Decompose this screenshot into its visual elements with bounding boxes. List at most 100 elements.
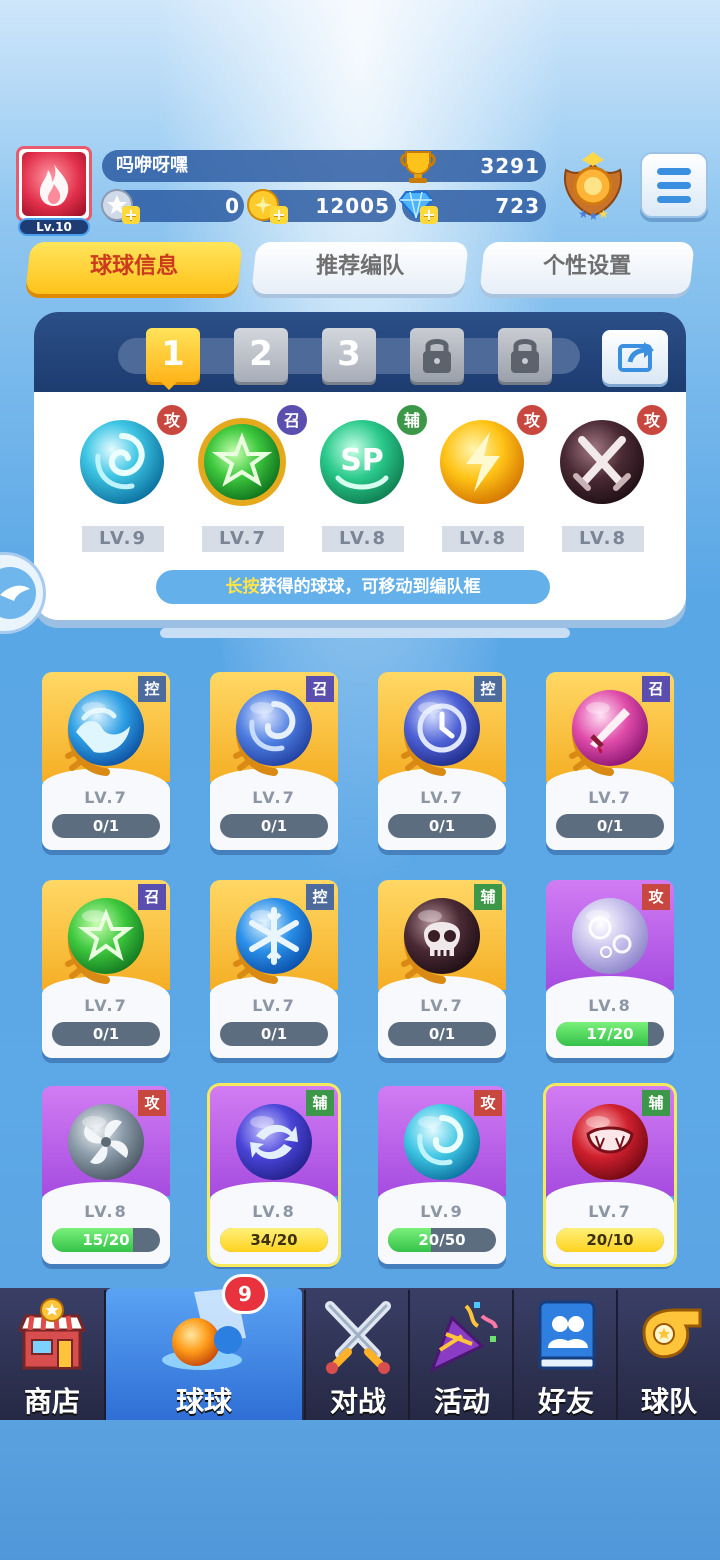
nav-shop[interactable]: 商店 (0, 1288, 104, 1420)
dagger-ball-icon (569, 690, 648, 776)
ball-type-badge: 辅 (642, 1090, 670, 1116)
nav-balls-label: 球球 (175, 1385, 232, 1418)
nav-battle[interactable]: 对战 (306, 1288, 410, 1420)
ball-progress-text: 0/1 (596, 817, 624, 835)
fan-ball-icon (68, 1104, 144, 1180)
ball-progress-bar: 20/10 (556, 1228, 664, 1252)
ball-card[interactable]: 攻 LV.8 17/20 (546, 880, 674, 1058)
ball-card[interactable]: 攻 LV.8 15/20 (42, 1086, 170, 1264)
ball-level: LV.8 (588, 996, 632, 1015)
ball-card[interactable]: 控 LV.7 0/1 (42, 672, 170, 850)
team-slot-5-locked[interactable] (498, 328, 552, 382)
ball-card[interactable]: 控 LV.7 0/1 (210, 880, 338, 1058)
friends-book-icon (538, 1300, 596, 1370)
ball-progress-text: 0/1 (428, 1025, 456, 1043)
team-slot-1[interactable]: 1 (146, 328, 200, 382)
team-ball-3-type: 辅 (404, 411, 420, 430)
team-ball-4-type: 攻 (524, 411, 541, 430)
hamburger-line-icon (657, 182, 691, 189)
nav-events[interactable]: 活动 (410, 1288, 514, 1420)
ball-level: LV.7 (84, 996, 128, 1015)
side-shark-button[interactable] (0, 552, 46, 634)
ball-card[interactable]: 辅 LV.7 20/10 (546, 1086, 674, 1264)
attack-type-badge: 攻 (155, 403, 189, 437)
ball-level: LV.7 (588, 1202, 632, 1221)
tab-recommended-team[interactable]: 推荐编队 (251, 242, 469, 294)
shark-icon (0, 567, 36, 619)
ball-progress-bar: 0/1 (220, 814, 328, 838)
ball-progress-bar: 0/1 (388, 814, 496, 838)
nav-team[interactable]: 球队 (618, 1288, 720, 1420)
gold-count: 12005 (315, 194, 390, 218)
ball-level: LV.8 (252, 1202, 296, 1221)
bottom-background (0, 1420, 720, 1560)
panel-drop-shadow (160, 628, 570, 638)
add-gem-button[interactable]: + (420, 206, 438, 224)
player-avatar[interactable] (16, 146, 92, 222)
gem-count: 723 (495, 194, 540, 218)
rank-badge-icon[interactable]: ★ ★ ★ (560, 150, 626, 222)
ball-progress-bar: 0/1 (52, 814, 160, 838)
tab-personal-settings[interactable]: 个性设置 (479, 242, 695, 294)
nav-shop-label: 商店 (23, 1385, 80, 1418)
ball-type-badge: 攻 (642, 884, 670, 910)
ball-level: LV.8 (84, 1202, 128, 1221)
ball-card[interactable]: 辅 LV.7 0/1 (378, 880, 506, 1058)
player-name: 吗咿呀嘿 (116, 155, 188, 176)
team-slot-2[interactable]: 2 (234, 328, 288, 382)
whistle-icon (642, 1308, 702, 1359)
ball-card[interactable]: 召 LV.7 0/1 (42, 880, 170, 1058)
ball-progress-bar: 0/1 (556, 814, 664, 838)
lock-icon (423, 339, 451, 373)
svg-text:SP: SP (340, 443, 384, 478)
nav-friends[interactable]: 好友 (514, 1288, 618, 1420)
ball-type-badge: 召 (306, 676, 334, 702)
attack-type-badge: 攻 (635, 403, 669, 437)
skull-ball-icon (401, 898, 480, 984)
ball-progress-bar: 17/20 (556, 1022, 664, 1046)
player-level-badge: Lv.10 (18, 218, 90, 236)
add-silver-button[interactable]: + (122, 206, 140, 224)
ball-progress-text: 34/20 (250, 1231, 298, 1249)
ball-type-badge: 攻 (474, 1090, 502, 1116)
ball-level: LV.7 (252, 788, 296, 807)
swirl-ball-icon (233, 690, 312, 776)
main-menu-button[interactable] (640, 152, 708, 218)
ball-progress-bar: 34/20 (220, 1228, 328, 1252)
ball-progress-text: 0/1 (92, 1025, 120, 1043)
team-slot-4-locked[interactable] (410, 328, 464, 382)
nav-team-label: 球队 (640, 1385, 697, 1418)
share-team-button[interactable] (602, 330, 668, 384)
fang-ball-icon (572, 1104, 648, 1180)
ball-type-badge: 辅 (474, 884, 502, 910)
ball-progress-text: 0/1 (428, 817, 456, 835)
nav-balls-notification-badge: 9 (222, 1274, 268, 1314)
share-icon (618, 342, 654, 372)
ball-card[interactable]: 控 LV.7 0/1 (378, 672, 506, 850)
ball-card[interactable]: 召 LV.7 0/1 (210, 672, 338, 850)
vortex-ball-icon (404, 1104, 480, 1180)
ball-card[interactable]: 攻 LV.9 20/50 (378, 1086, 506, 1264)
ball-type-badge: 召 (138, 884, 166, 910)
trophy-icon (400, 151, 436, 183)
team-slot-3[interactable]: 3 (322, 328, 376, 382)
ball-progress-bar: 0/1 (220, 1022, 328, 1046)
ball-card[interactable]: 召 LV.7 0/1 (546, 672, 674, 850)
ball-progress-bar: 20/50 (388, 1228, 496, 1252)
tab-ball-info[interactable]: 球球信息 (25, 242, 243, 294)
ball-card[interactable]: 辅 LV.8 34/20 (210, 1086, 338, 1264)
shop-icon (17, 1298, 87, 1370)
hamburger-line-icon (657, 196, 691, 203)
ball-progress-text: 15/20 (82, 1231, 130, 1249)
ball-type-badge: 攻 (138, 1090, 166, 1116)
add-gold-button[interactable]: + (270, 206, 288, 224)
team-ball-1-type: 攻 (164, 411, 181, 430)
ball-level: LV.7 (420, 788, 464, 807)
party-popper-icon (429, 1302, 498, 1373)
ball-type-badge: 控 (306, 884, 334, 910)
team-ball-5-level: LV.8 (562, 526, 644, 552)
active-slot-pointer (159, 380, 179, 390)
trophy-count: 3291 (480, 154, 540, 178)
lock-icon (511, 339, 539, 373)
nav-balls[interactable]: 球球 (106, 1288, 302, 1420)
